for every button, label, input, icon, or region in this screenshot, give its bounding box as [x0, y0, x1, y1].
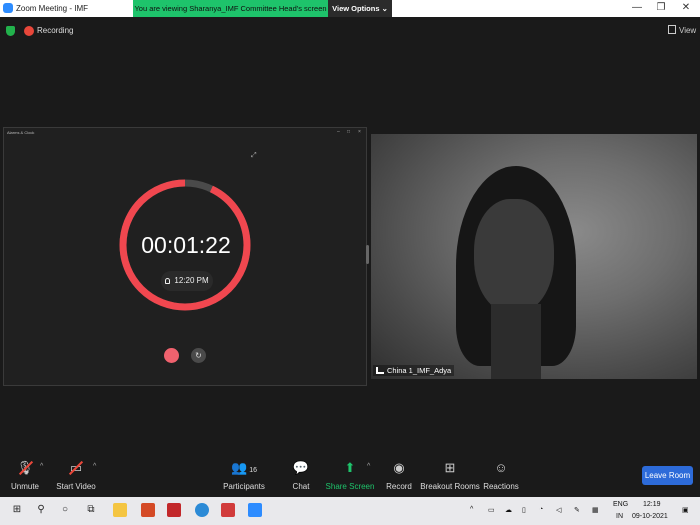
signal-bars-icon — [376, 367, 384, 374]
minimize-icon[interactable]: — — [630, 2, 644, 13]
record-label: Record — [386, 482, 412, 491]
chat-label: Chat — [292, 482, 310, 491]
participant-name-label: China 1_IMF_Adya — [373, 365, 455, 376]
security-shield-icon[interactable] — [6, 26, 15, 36]
participants-icon: 👥 16 — [231, 460, 257, 475]
windows-start-icon[interactable]: ⊞ — [10, 503, 24, 517]
bell-icon — [165, 278, 171, 284]
shared-screen: Alarms & Clock – □ × ⤢ 00:01:22 12:20 PM… — [3, 127, 367, 386]
participants-count: 16 — [249, 467, 257, 474]
tray-volume-icon[interactable]: ◁ — [556, 506, 561, 514]
title-bar: Zoom Meeting - IMF You are viewing Shara… — [0, 0, 700, 17]
start-video-label: Start Video — [56, 482, 96, 491]
windows-taskbar: ⊞ ⚲ ○ ⧉ ^ ▭ ☁ ▯ ◔ ◁ ✎ ▦ ENG IN 12:19 09-… — [0, 497, 700, 525]
recording-icon — [24, 26, 34, 36]
tray-caret-icon[interactable]: ^ — [470, 506, 473, 513]
edge-icon[interactable] — [195, 503, 209, 517]
adobe-reader-icon[interactable] — [167, 503, 181, 517]
participant-name: China 1_IMF_Adya — [387, 366, 452, 375]
clock-time[interactable]: 12:19 — [643, 501, 661, 508]
close-icon[interactable]: ✕ — [679, 2, 693, 13]
reactions-button[interactable]: ☺ Reactions — [471, 460, 531, 491]
search-icon[interactable]: ⚲ — [34, 503, 48, 517]
tray-battery-icon[interactable]: ▯ — [522, 506, 526, 514]
clock-date[interactable]: 09-10-2021 — [632, 513, 668, 520]
zoom-meeting-window: Zoom Meeting - IMF You are viewing Shara… — [0, 0, 700, 525]
audio-options-caret-icon[interactable]: ^ — [40, 463, 43, 470]
tray-display-icon[interactable]: ▭ — [488, 506, 495, 514]
view-button[interactable]: View — [668, 25, 696, 35]
zoom-logo-icon — [3, 3, 13, 13]
file-explorer-icon[interactable] — [113, 503, 127, 517]
video-options-caret-icon[interactable]: ^ — [93, 463, 96, 470]
cortana-icon[interactable]: ○ — [58, 503, 72, 517]
video-face-shape — [474, 199, 554, 314]
notifications-icon[interactable]: ▣ — [682, 506, 689, 514]
tray-wifi-icon[interactable]: ◔ — [539, 506, 543, 513]
task-view-icon[interactable]: ⧉ — [84, 503, 98, 517]
participants-label: Participants — [223, 482, 265, 491]
viewing-banner: You are viewing Sharanya_IMF Committee H… — [133, 0, 328, 17]
tray-calendar-icon[interactable]: ▦ — [592, 506, 599, 514]
reactions-label: Reactions — [483, 482, 519, 491]
video-neck-shape — [491, 304, 541, 379]
unmute-label: Unmute — [10, 482, 39, 491]
pause-button — [164, 348, 179, 363]
recording-label: Recording — [37, 26, 74, 35]
powerpoint-icon[interactable] — [221, 503, 235, 517]
tray-cloud-icon[interactable]: ☁ — [505, 506, 512, 514]
restore-icon[interactable]: ❐ — [654, 2, 668, 13]
view-options-button[interactable]: View Options ⌄ — [328, 0, 392, 17]
alarm-time-pill: 12:20 PM — [161, 271, 213, 291]
timer-display: 00:01:22 — [141, 232, 231, 258]
office-icon[interactable] — [141, 503, 155, 517]
language-label[interactable]: ENG — [613, 501, 628, 508]
participant-video-tile[interactable]: China 1_IMF_Adya — [371, 134, 697, 379]
zoom-taskbar-icon[interactable] — [248, 503, 262, 517]
split-divider-handle[interactable] — [366, 245, 369, 264]
leave-room-button[interactable]: Leave Room — [642, 466, 693, 485]
reactions-icon: ☺ — [494, 460, 508, 475]
tray-pen-icon[interactable]: ✎ — [574, 506, 580, 514]
share-screen-label: Share Screen — [325, 482, 375, 491]
window-title: Zoom Meeting - IMF — [16, 4, 89, 13]
participants-button[interactable]: 👥 16 Participants — [214, 460, 274, 491]
alarm-time: 12:20 PM — [174, 276, 209, 285]
reset-icon: ↻ — [191, 348, 206, 363]
region-label[interactable]: IN — [616, 513, 623, 520]
